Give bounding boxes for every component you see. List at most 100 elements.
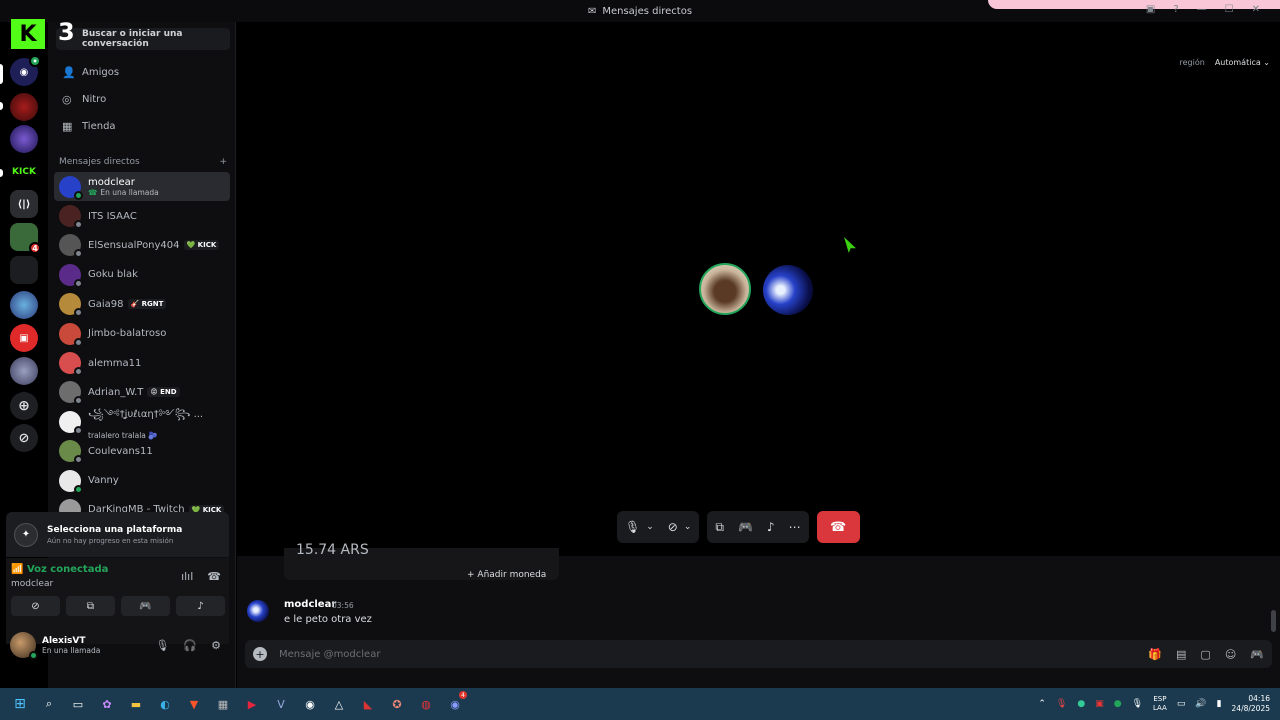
media-icon[interactable]: ▶ [242, 694, 262, 714]
tray-status-icon[interactable]: ● [1114, 699, 1122, 709]
gif-icon[interactable]: ▤ [1176, 648, 1186, 661]
minimize-icon[interactable]: — [1197, 4, 1207, 15]
message-author[interactable]: modclear [284, 599, 336, 610]
server-icon-1[interactable] [10, 93, 38, 121]
chevron-down-icon[interactable]: ⌄ [646, 522, 654, 532]
obs-icon[interactable]: ◉ [300, 694, 320, 714]
sticker-icon[interactable]: ▢ [1200, 648, 1210, 661]
dm-item[interactable]: alemma11 [54, 348, 230, 377]
edge-icon[interactable]: ◐ [155, 694, 175, 714]
server-icon-8[interactable] [10, 357, 38, 385]
microphone-icon[interactable]: 🎙 [625, 520, 640, 534]
dm-item[interactable]: Coulevans11 [54, 437, 230, 466]
dm-item[interactable]: ElSensualPony404 💚 KICK [54, 231, 230, 260]
screen-share-button[interactable]: ⧉ [66, 596, 115, 616]
voice-status[interactable]: 📶 Voz conectada [11, 564, 108, 575]
emoji-icon[interactable]: ☺ [1225, 648, 1236, 661]
tray-mic2-icon[interactable]: 🎙 [1132, 699, 1143, 709]
nav-friends[interactable]: 👤 Amigos [54, 59, 230, 85]
dm-item[interactable]: modclear ☎ En una llamada [54, 172, 230, 202]
gamepad-icon[interactable]: 🎮 [738, 520, 753, 534]
tray-app-icon[interactable]: ● [1077, 699, 1085, 709]
explore-button[interactable]: ⊘ [10, 424, 38, 452]
dm-item[interactable]: Vanny [54, 466, 230, 495]
avatar [59, 293, 83, 318]
editor-icon[interactable]: △ [329, 694, 349, 714]
server-icon-6[interactable] [10, 291, 38, 319]
help-icon[interactable]: ? [1173, 4, 1178, 15]
tray-app2-icon[interactable]: ▣ [1095, 699, 1104, 709]
server-kick[interactable]: KICK [10, 158, 38, 186]
windows-start-icon[interactable]: ⊞ [10, 694, 30, 714]
copilot-icon[interactable]: ✿ [97, 694, 117, 714]
add-server-button[interactable]: ⊕ [10, 392, 38, 420]
brave-icon[interactable]: ▼ [184, 694, 204, 714]
search-icon[interactable]: ⌕ [39, 694, 59, 714]
attach-button[interactable]: + [253, 647, 267, 661]
server-icon-4[interactable]: ⟨|⟩ [10, 190, 38, 218]
gift-icon[interactable]: 🎁 [1148, 648, 1162, 661]
screen-share-icon[interactable]: ⧉ [715, 520, 724, 535]
hang-up-button[interactable]: ☎ [816, 511, 860, 543]
chevron-up-icon[interactable]: ⌃ [1038, 699, 1046, 709]
create-dm-button[interactable]: + [219, 157, 227, 167]
noise-suppression-icon[interactable]: ılıl [181, 570, 193, 583]
dm-item[interactable]: Gaia98 🎸 RGNT [54, 290, 230, 319]
nav-nitro[interactable]: ◎ Nitro [54, 86, 230, 112]
chevron-down-icon[interactable]: ⌄ [684, 522, 692, 532]
volume-icon[interactable]: 🔊 [1195, 699, 1206, 709]
dm-item[interactable]: Jimbo-balatroso [54, 319, 230, 348]
dm-item[interactable]: Goku blak [54, 260, 230, 289]
dm-home-button[interactable]: ◉ • [10, 55, 41, 86]
avatar[interactable] [10, 632, 38, 660]
app-icon[interactable]: ◣ [358, 694, 378, 714]
settings-icon[interactable]: ⚙ [211, 639, 221, 652]
clock[interactable]: 04:16 24/8/2025 [1232, 694, 1270, 714]
search-button[interactable]: Buscar o iniciar una conversación [56, 28, 230, 50]
disconnect-icon[interactable]: ☎ [207, 570, 221, 583]
dm-name: Gaia98 🎸 RGNT [88, 299, 167, 310]
add-coin-button[interactable]: + Añadir moneda [467, 570, 546, 580]
voice-channel[interactable]: modclear [11, 579, 53, 589]
participant-avatar-modclear[interactable] [763, 265, 813, 315]
nav-shop[interactable]: ▦ Tienda [54, 113, 230, 139]
server-folder-2[interactable] [10, 256, 38, 284]
dm-item[interactable]: ITS ISAAC [54, 201, 230, 230]
maximize-icon[interactable]: ☐ [1225, 4, 1234, 15]
mission-panel[interactable]: ✦ Selecciona una plataforma Aún no hay p… [6, 512, 229, 557]
dm-name: ElSensualPony404 💚 KICK [88, 240, 220, 251]
clip-icon[interactable]: ◍ [416, 694, 436, 714]
file-explorer-icon[interactable]: ▬ [126, 694, 146, 714]
microphone-icon[interactable]: 🎙 [155, 639, 169, 652]
game-icon[interactable]: ✪ [387, 694, 407, 714]
camera-off-icon[interactable]: ⊘ [668, 520, 678, 534]
participant-avatar-self[interactable] [699, 263, 751, 315]
message-text: e le peto otra vez [284, 614, 372, 625]
soundboard-button[interactable]: ♪ [176, 596, 225, 616]
store-icon[interactable]: ▦ [213, 694, 233, 714]
more-icon[interactable]: ⋯ [789, 520, 801, 534]
avatar [59, 440, 83, 465]
tray-mic-icon[interactable]: 🎙 [1056, 699, 1067, 709]
message-input[interactable] [279, 648, 1079, 660]
close-icon[interactable]: ✕ [1252, 4, 1260, 15]
camera-off-button[interactable]: ⊘ [11, 596, 60, 616]
server-folder[interactable]: 4 [10, 223, 41, 254]
region-selector[interactable]: región Automática ⌄ [1180, 58, 1271, 67]
language-indicator[interactable]: ESP LAA [1153, 695, 1167, 713]
soundboard-icon[interactable]: ♪ [767, 520, 775, 534]
task-view-icon[interactable]: ▭ [68, 694, 88, 714]
battery-icon[interactable]: ▮ [1217, 699, 1222, 709]
message-avatar[interactable] [247, 600, 269, 622]
network-icon[interactable]: ▭ [1177, 699, 1186, 709]
server-icon-2[interactable] [10, 125, 38, 153]
vegas-icon[interactable]: V [271, 694, 291, 714]
apps-icon[interactable]: 🎮 [1250, 648, 1264, 661]
dm-item[interactable]: ꧁༺†ʝυℓιαη†༻꧂ ... tralalero tralala 🫐 [54, 407, 230, 440]
activity-button[interactable]: 🎮 [121, 596, 170, 616]
headphones-icon[interactable]: 🎧 [183, 639, 197, 652]
chat-scrollbar[interactable] [1271, 610, 1276, 632]
inbox-icon[interactable]: ▣ [1146, 4, 1155, 15]
server-icon-7[interactable]: ▣ [10, 324, 38, 352]
discord-icon[interactable]: ◉ 4 [445, 690, 468, 714]
